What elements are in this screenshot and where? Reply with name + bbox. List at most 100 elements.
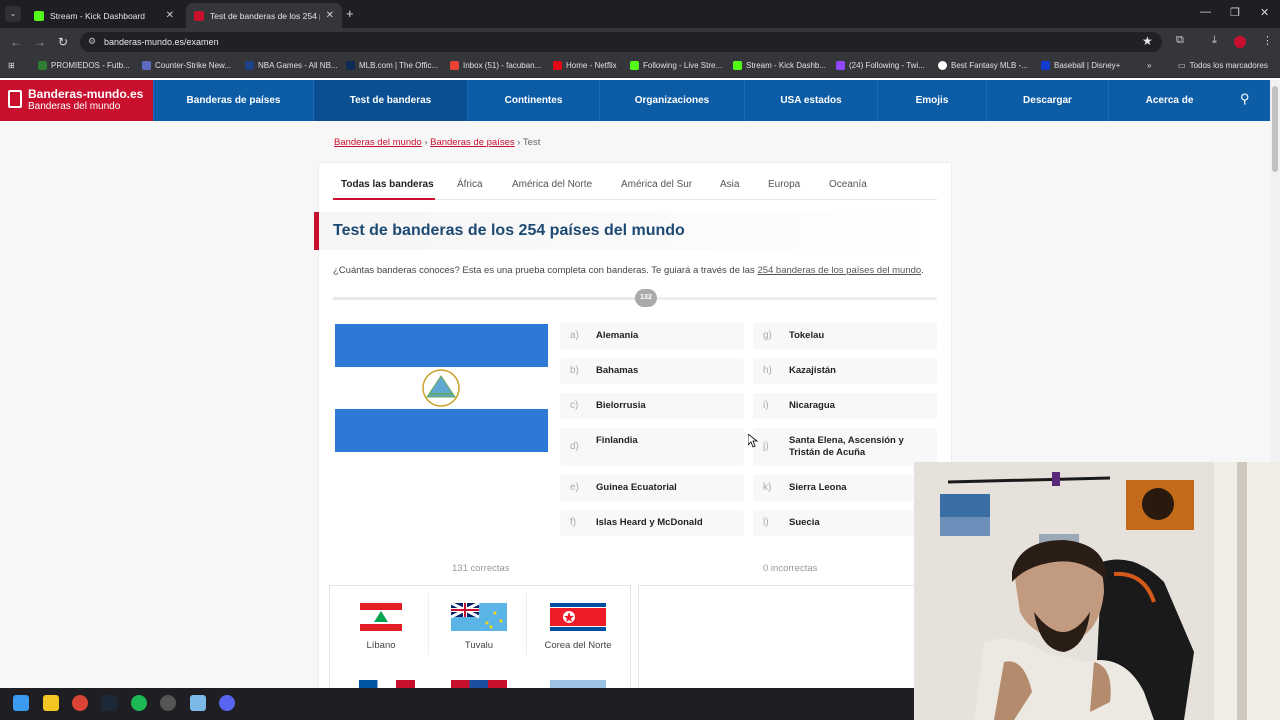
kick-icon	[34, 10, 44, 21]
nav-banderas-paises[interactable]: Banderas de países	[153, 80, 313, 121]
nav-descargar[interactable]: Descargar	[986, 80, 1108, 121]
bookmark-item[interactable]: Counter-Strike New...	[142, 61, 231, 70]
scrollbar-thumb[interactable]	[1272, 86, 1278, 172]
tab-asia[interactable]: Asia	[720, 179, 739, 190]
nav-continentes[interactable]: Continentes	[467, 80, 599, 121]
tab-todas[interactable]: Todas las banderas	[341, 179, 434, 190]
answer-option[interactable]: a) Alemania	[560, 323, 744, 349]
flag-thumbnail	[359, 680, 415, 688]
all-bookmarks[interactable]: ▭ Todos los marcadores	[1178, 61, 1268, 70]
windows-start-icon[interactable]	[13, 695, 29, 711]
more-bookmarks-icon[interactable]: »	[1147, 61, 1151, 70]
bookmark-favicon-icon	[346, 61, 355, 70]
new-tab-button[interactable]: +	[346, 6, 354, 21]
bookmark-item[interactable]: Best Fantasy MLB -...	[938, 61, 1028, 70]
browser-tab-banderas[interactable]: Test de banderas de los 254 pa ✕	[186, 3, 342, 28]
site-info-icon[interactable]: ⚙	[88, 36, 96, 47]
tab-europa[interactable]: Europa	[768, 179, 800, 190]
bookmark-item[interactable]: PROMIEDOS - Futb...	[38, 61, 130, 70]
answer-option[interactable]: i) Nicaragua	[753, 393, 937, 419]
profile-avatar[interactable]	[1234, 36, 1246, 48]
answer-option[interactable]: d) Finlandia	[560, 428, 744, 466]
apps-icon[interactable]: ⊞	[8, 61, 15, 70]
file-explorer-icon[interactable]	[43, 695, 59, 711]
search-icon[interactable]: ⚲	[1240, 91, 1250, 107]
quiz-flag-image	[335, 324, 548, 452]
nav-usa-estados[interactable]: USA estados	[744, 80, 877, 121]
bookmark-item[interactable]: (24) Following - Twi...	[836, 61, 925, 70]
nav-emojis[interactable]: Emojis	[877, 80, 986, 121]
nav-test-banderas[interactable]: Test de banderas	[313, 80, 467, 121]
bookmark-favicon-icon	[450, 61, 459, 70]
active-tab-indicator	[333, 198, 435, 200]
mouse-cursor-icon	[748, 434, 758, 448]
extensions-icon[interactable]: ⧉	[1176, 34, 1184, 47]
webcam-video-feed	[914, 462, 1280, 720]
answered-flag-name: Líbano	[366, 640, 396, 651]
minimize-icon[interactable]: —	[1200, 6, 1211, 18]
url-text[interactable]: banderas-mundo.es/examen	[104, 37, 219, 47]
answer-option[interactable]: e) Guinea Ecuatorial	[560, 475, 744, 501]
tab-oceania[interactable]: Oceanía	[829, 179, 867, 190]
tab-africa[interactable]: África	[457, 179, 483, 190]
tab-search-button[interactable]: ⌄	[5, 6, 21, 22]
steam-icon[interactable]	[101, 695, 117, 711]
bookmark-item[interactable]: Inbox (51) - facuban...	[450, 61, 541, 70]
answered-flag-item: Líbano	[333, 593, 429, 655]
bookmark-item[interactable]: MLB.com | The Offic...	[346, 61, 438, 70]
tab-america-norte[interactable]: América del Norte	[512, 179, 592, 190]
lebanon-flag-icon	[360, 603, 402, 631]
maximize-icon[interactable]: ❐	[1230, 6, 1240, 19]
north-korea-flag-icon	[550, 603, 606, 631]
answer-option[interactable]: c) Bielorrusia	[560, 393, 744, 419]
answer-option[interactable]: k) Sierra Leona	[753, 475, 937, 501]
nav-organizaciones[interactable]: Organizaciones	[599, 80, 744, 121]
incorrect-count: 0 incorrectas	[763, 563, 818, 574]
answered-flag-item: Tuvalu	[431, 593, 527, 655]
bookmark-item[interactable]: Stream - Kick Dashb...	[733, 61, 826, 70]
intro-text: ¿Cuántas banderas conoces? Esta es una p…	[333, 265, 924, 276]
site-logo[interactable]: Banderas-mundo.es Banderas del mundo	[0, 80, 153, 121]
menu-kebab-icon[interactable]: ⋮	[1262, 34, 1273, 47]
breadcrumb-link[interactable]: Banderas de países	[430, 137, 515, 148]
browser-tab-kick[interactable]: Stream - Kick Dashboard ✕	[26, 3, 182, 28]
chrome-icon[interactable]	[72, 695, 88, 711]
bookmark-item[interactable]: NBA Games - All NB...	[245, 61, 338, 70]
tab-america-sur[interactable]: América del Sur	[621, 179, 692, 190]
close-tab-icon[interactable]: ✕	[326, 10, 334, 21]
tuvalu-flag-icon	[451, 603, 507, 631]
bookmark-favicon-icon	[733, 61, 742, 70]
bookmark-favicon-icon	[1041, 61, 1050, 70]
download-icon[interactable]: ⤓	[1212, 34, 1217, 47]
nav-acerca-de[interactable]: Acerca de	[1108, 80, 1230, 121]
close-tab-icon[interactable]: ✕	[166, 10, 174, 21]
breadcrumb-link[interactable]: Banderas del mundo	[334, 137, 422, 148]
answer-option[interactable]: f) Islas Heard y McDonald	[560, 510, 744, 536]
answer-option[interactable]: l) Suecia	[753, 510, 937, 536]
bookmark-favicon-icon	[553, 61, 562, 70]
answered-flag-name: Corea del Norte	[544, 640, 612, 651]
spotify-icon[interactable]	[131, 695, 147, 711]
bookmark-favicon-icon	[142, 61, 151, 70]
app-icon[interactable]	[190, 695, 206, 711]
bookmark-item[interactable]: Baseball | Disney+	[1041, 61, 1120, 70]
bookmark-favicon-icon	[938, 61, 947, 70]
bookmark-item[interactable]: Home - Netflix	[553, 61, 617, 70]
flag-thumbnail	[550, 680, 606, 688]
address-bar[interactable]	[80, 32, 1162, 52]
answer-option[interactable]: g) Tokelau	[753, 323, 937, 349]
forward-icon[interactable]: →	[34, 35, 46, 49]
intro-link[interactable]: 254 banderas de los países del mundo	[757, 265, 921, 276]
back-icon[interactable]: ←	[10, 35, 22, 49]
bookmark-item[interactable]: Following - Live Stre...	[630, 61, 722, 70]
reload-icon[interactable]: ↻	[58, 35, 68, 49]
answer-option[interactable]: h) Kazajistán	[753, 358, 937, 384]
answer-option[interactable]: b) Bahamas	[560, 358, 744, 384]
answer-option[interactable]: j) Santa Elena, Ascensión y Tristán de Ac…	[753, 428, 937, 466]
close-window-icon[interactable]: ✕	[1260, 6, 1269, 19]
flag-logo-icon	[8, 90, 22, 108]
bookmark-star-icon[interactable]: ★	[1142, 34, 1153, 48]
discord-icon[interactable]	[219, 695, 235, 711]
webcam-overlay	[914, 462, 1280, 720]
obs-icon[interactable]	[160, 695, 176, 711]
